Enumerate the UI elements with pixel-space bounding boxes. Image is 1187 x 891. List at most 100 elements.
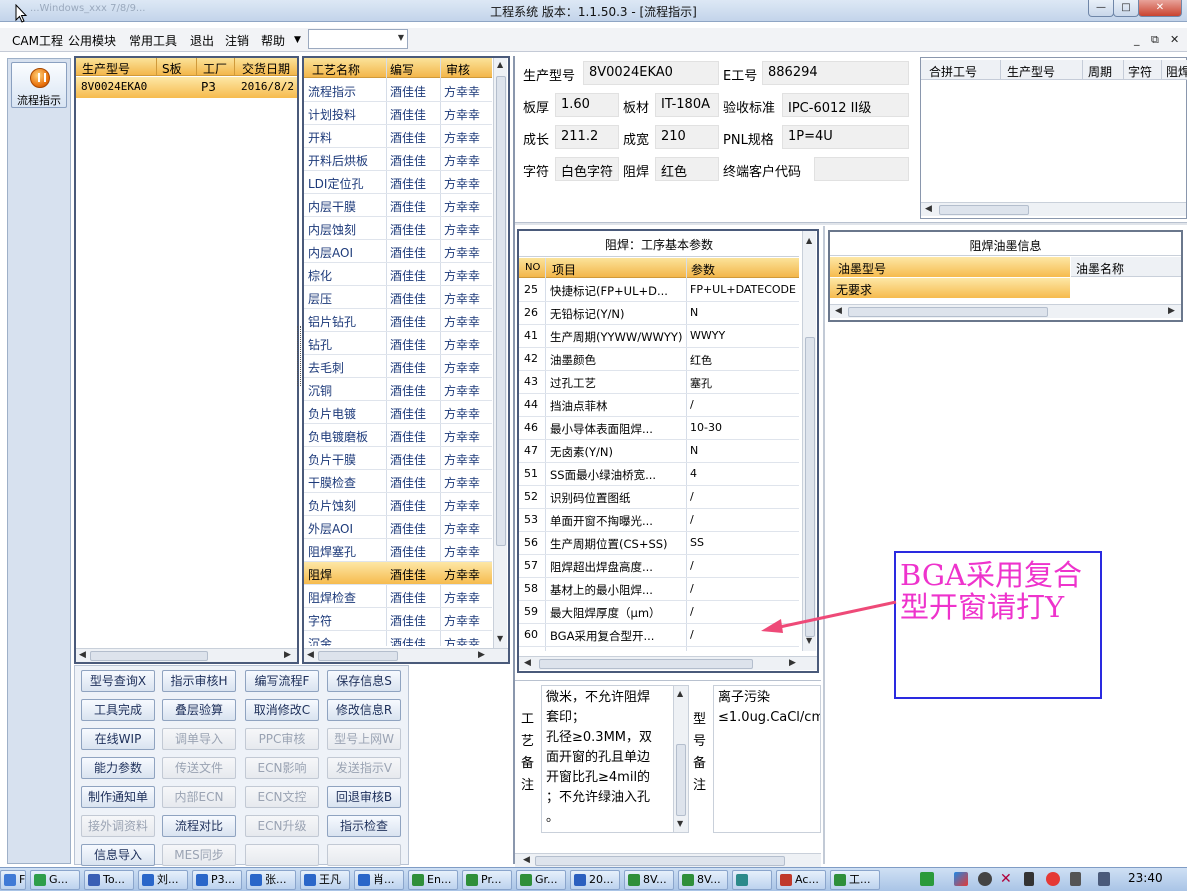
ink-hscroll-thumb[interactable]: [848, 307, 1048, 317]
maximize-button[interactable]: □: [1113, 0, 1139, 17]
action-button[interactable]: 发送指示V: [327, 757, 401, 779]
action-button[interactable]: ECN升级: [245, 815, 319, 837]
table-row[interactable]: 字符 酒佳佳 方幸幸: [304, 608, 492, 631]
taskbar-button[interactable]: 刘...: [138, 870, 188, 890]
tray-app-icon[interactable]: [954, 872, 968, 886]
tray-g-icon[interactable]: [1046, 872, 1060, 886]
table-row[interactable]: 负片蚀刻 酒佳佳 方幸幸: [304, 493, 492, 516]
menu-help[interactable]: 帮助: [261, 32, 285, 49]
standard-field[interactable]: IPC-6012 II级: [782, 93, 909, 117]
table-row[interactable]: 57 阻焊超出焊盘高度... /: [519, 555, 799, 578]
action-button[interactable]: 保存信息S: [327, 670, 401, 692]
table-row[interactable]: 内层干膜 酒佳佳 方幸幸: [304, 194, 492, 217]
combine-hscroll[interactable]: ◀: [921, 202, 1186, 216]
menu-cam[interactable]: CAM工程: [12, 32, 63, 49]
mdi-minimize-button[interactable]: _: [1134, 33, 1140, 46]
params-col-item[interactable]: 项目: [552, 261, 576, 278]
taskbar-button[interactable]: 肖...: [354, 870, 404, 890]
close-button[interactable]: ✕: [1138, 0, 1182, 17]
table-row[interactable]: 阻焊塞孔 酒佳佳 方幸幸: [304, 539, 492, 562]
action-button[interactable]: 取消修改C: [245, 699, 319, 721]
orders-hscroll-thumb[interactable]: [90, 651, 208, 661]
action-button[interactable]: 接外调资料: [81, 815, 155, 837]
table-row[interactable]: 负片电镀 酒佳佳 方幸幸: [304, 401, 492, 424]
taskbar-button[interactable]: Gr...: [516, 870, 566, 890]
table-row[interactable]: 阻焊检查 酒佳佳 方幸幸: [304, 585, 492, 608]
orders-col-s[interactable]: S板: [162, 60, 182, 77]
params-vscroll[interactable]: ▲ ▼: [802, 231, 816, 651]
char-field[interactable]: 白色字符: [555, 157, 619, 181]
taskbar-button[interactable]: 20...: [570, 870, 620, 890]
params-hscroll-thumb[interactable]: [539, 659, 753, 669]
taskbar-button[interactable]: Fo...: [0, 870, 26, 890]
table-row[interactable]: 内层蚀刻 酒佳佳 方幸幸: [304, 217, 492, 240]
tray-user-icon[interactable]: [978, 872, 992, 886]
process-hscroll[interactable]: ◀ ▶: [304, 648, 508, 662]
table-row[interactable]: LDI定位孔 酒佳佳 方幸幸: [304, 171, 492, 194]
mdi-close-button[interactable]: ✕: [1170, 33, 1179, 46]
pnl-field[interactable]: 1P=4U: [782, 125, 909, 149]
table-row[interactable]: 26 无铅标记(Y/N) N: [519, 302, 799, 325]
menu-logout[interactable]: 注销: [225, 32, 249, 49]
action-button[interactable]: 流程对比: [162, 815, 236, 837]
params-col-no[interactable]: NO: [525, 262, 540, 273]
taskbar-button[interactable]: En...: [408, 870, 458, 890]
width-field[interactable]: 210: [655, 125, 719, 149]
table-row[interactable]: 52 识别码位置图纸 /: [519, 486, 799, 509]
table-row[interactable]: 负片干膜 酒佳佳 方幸幸: [304, 447, 492, 470]
action-button[interactable]: [245, 844, 319, 866]
action-button[interactable]: 传送文件: [162, 757, 236, 779]
action-button[interactable]: 能力参数: [81, 757, 155, 779]
table-row[interactable]: 25 快捷标记(FP+UL+D... FP+UL+DATECODE: [519, 279, 799, 302]
clock[interactable]: 23:40: [1128, 871, 1163, 885]
action-button[interactable]: 调单导入: [162, 728, 236, 750]
action-button[interactable]: 指示审核H: [162, 670, 236, 692]
action-button[interactable]: 型号查询X: [81, 670, 155, 692]
table-row[interactable]: 钻孔 酒佳佳 方幸幸: [304, 332, 492, 355]
scroll-right-icon[interactable]: ▶: [1168, 306, 1175, 316]
minimize-button[interactable]: —: [1088, 0, 1114, 17]
combine-hscroll-thumb[interactable]: [939, 205, 1029, 215]
scroll-right-icon[interactable]: ▶: [789, 658, 796, 668]
table-row[interactable]: 无要求: [830, 278, 1070, 298]
model-field[interactable]: 8V0024EKA0: [583, 61, 719, 85]
table-row[interactable]: 41 生产周期(YYWW/WWYY) WWYY: [519, 325, 799, 348]
action-button[interactable]: MES同步: [162, 844, 236, 866]
model-remark-box[interactable]: 离子污染 ≤1.0ug.CaCl/cm: [713, 685, 821, 833]
process-col-name[interactable]: 工艺名称: [312, 61, 360, 78]
taskbar-button[interactable]: 8V...: [678, 870, 728, 890]
taskbar-button[interactable]: [732, 870, 772, 890]
table-row[interactable]: 开料 酒佳佳 方幸幸: [304, 125, 492, 148]
menu-common-module[interactable]: 公用模块: [68, 32, 116, 49]
scroll-up-icon[interactable]: ▲: [806, 236, 812, 245]
process-vscroll[interactable]: ▲ ▼: [493, 58, 507, 648]
scroll-up-icon[interactable]: ▲: [677, 689, 683, 698]
splitter-handle[interactable]: [297, 326, 301, 386]
table-row[interactable]: 干膜检查 酒佳佳 方幸幸: [304, 470, 492, 493]
orders-col-factory[interactable]: 工厂: [203, 60, 227, 77]
process-col-writer[interactable]: 编写: [390, 61, 414, 78]
scroll-down-icon[interactable]: ▼: [806, 636, 812, 645]
combine-col-cycle[interactable]: 周期: [1088, 63, 1112, 80]
params-vscroll-thumb[interactable]: [805, 337, 815, 637]
taskbar-button[interactable]: G...: [30, 870, 80, 890]
orders-hscroll[interactable]: ◀ ▶: [76, 648, 297, 662]
ink-col-name-header[interactable]: 油墨名称: [1071, 257, 1181, 277]
table-row[interactable]: 56 生产周期位置(CS+SS) SS: [519, 532, 799, 555]
table-row[interactable]: 43 过孔工艺 塞孔: [519, 371, 799, 394]
process-hscroll-thumb[interactable]: [318, 651, 398, 661]
tray-x-icon[interactable]: ✕: [1000, 872, 1014, 886]
craft-remark-vscroll[interactable]: ▲ ▼: [673, 686, 688, 832]
remarks-hscroll[interactable]: ◀: [515, 853, 821, 867]
scroll-left-icon[interactable]: ◀: [79, 650, 86, 660]
length-field[interactable]: 211.2: [555, 125, 619, 149]
customer-field[interactable]: [814, 157, 909, 181]
table-row[interactable]: 42 油墨颜色 红色: [519, 348, 799, 371]
action-button[interactable]: 编写流程F: [245, 670, 319, 692]
action-button[interactable]: 型号上网W: [327, 728, 401, 750]
taskbar-button[interactable]: 王凡: [300, 870, 350, 890]
table-row[interactable]: 外层AOI 酒佳佳 方幸幸: [304, 516, 492, 539]
eno-field[interactable]: 886294: [762, 61, 909, 85]
scroll-right-icon[interactable]: ▶: [284, 650, 291, 660]
ink-col-model-header[interactable]: 油墨型号: [830, 257, 1070, 277]
